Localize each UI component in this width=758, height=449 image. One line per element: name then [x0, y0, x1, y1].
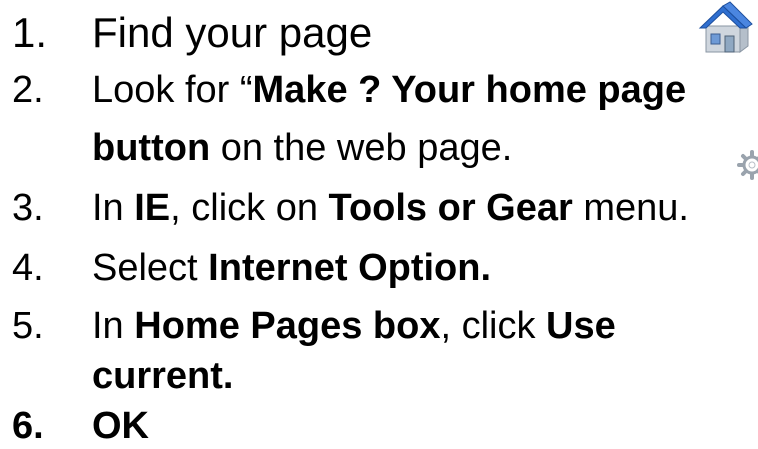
step-text-segment: , click — [440, 305, 547, 347]
step-number: 5. — [12, 305, 44, 347]
gear-icon — [737, 150, 758, 180]
step-text-segment: IE — [134, 187, 171, 229]
step-number: 2. — [12, 69, 44, 111]
step-text-segment: OK — [92, 405, 149, 447]
step-text-segment: Tools or Gear — [328, 187, 573, 229]
step-text-segment: In — [92, 305, 135, 347]
step-text-segment: Home Pages box — [134, 305, 441, 347]
step-number: 1. — [12, 9, 48, 56]
step-text-segment: Select — [92, 247, 209, 289]
step-text: Select Internet Option. — [92, 249, 491, 287]
step-text-segment: button — [92, 127, 211, 169]
house-icon — [698, 1, 753, 53]
step-number: 3. — [12, 187, 44, 229]
step-text: Find your page — [92, 12, 372, 54]
step-number: 4. — [12, 247, 44, 289]
step-text-segment: Use — [546, 305, 616, 347]
step-text: Look for “Make ? Your home page — [92, 71, 686, 109]
instruction-slide: 1. Find your page 2. Look for “Make ? Yo… — [0, 0, 758, 449]
step-text-segment: Internet Option. — [208, 247, 492, 289]
step-text-segment: Look for “ — [92, 69, 253, 111]
step-text-segment: , click on — [170, 187, 329, 229]
step-text: button on the web page. — [92, 129, 512, 167]
step-text: current. — [92, 357, 233, 395]
step-text: In Home Pages box, click Use — [92, 307, 616, 345]
step-text-segment: Make ? Your home page — [252, 69, 687, 111]
step-text-segment: on the web page. — [210, 127, 513, 169]
step-number: 6. — [12, 405, 44, 447]
step-text-segment: menu. — [572, 187, 689, 229]
step-text-segment: current. — [92, 355, 234, 397]
step-text: OK — [92, 407, 149, 445]
step-text: In IE, click on Tools or Gear menu. — [92, 189, 689, 227]
step-text-segment: Find your page — [92, 9, 373, 56]
step-text-segment: In — [92, 187, 135, 229]
